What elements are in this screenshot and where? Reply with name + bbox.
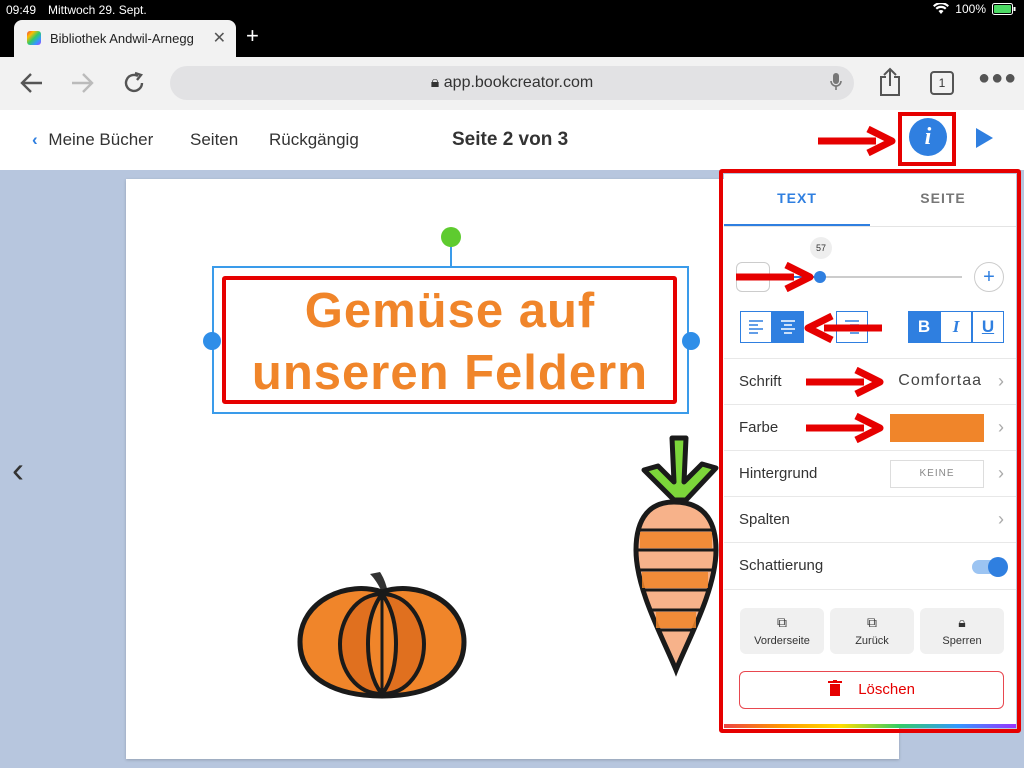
previous-page-chevron-icon[interactable]: ‹ bbox=[12, 449, 24, 491]
play-icon[interactable] bbox=[976, 128, 993, 148]
red-arrow-icon bbox=[736, 262, 814, 292]
red-arrow-icon bbox=[806, 367, 884, 397]
book-title-text[interactable]: Gemüse auf unseren Feldern bbox=[230, 280, 670, 404]
share-icon[interactable] bbox=[878, 67, 902, 97]
lock-icon: 🔒︎ bbox=[430, 74, 440, 91]
pages-button[interactable]: Seiten bbox=[190, 130, 238, 150]
chevron-left-icon: ‹ bbox=[32, 130, 38, 149]
red-arrow-icon bbox=[818, 126, 896, 156]
back-arrow-icon[interactable] bbox=[20, 72, 44, 94]
more-menu-icon[interactable]: ●●● bbox=[978, 67, 1017, 90]
browser-top-bar: 09:49 Mittwoch 29. Sept. 100% Bibliothek… bbox=[0, 0, 1024, 57]
forward-arrow-icon[interactable] bbox=[70, 72, 94, 94]
url-field[interactable]: 🔒︎ app.bookcreator.com bbox=[170, 66, 854, 100]
resize-handle-right[interactable] bbox=[682, 332, 700, 350]
info-highlight-box bbox=[898, 112, 956, 166]
tab-close-icon[interactable]: ✕ bbox=[213, 28, 226, 48]
battery-icon bbox=[992, 3, 1016, 15]
url-text: app.bookcreator.com bbox=[443, 74, 594, 91]
new-tab-icon[interactable]: + bbox=[246, 25, 259, 47]
status-indicators: 100% bbox=[933, 2, 1016, 16]
undo-button[interactable]: Rückgängig bbox=[269, 130, 359, 150]
panel-highlight-box bbox=[719, 169, 1021, 733]
bookcreator-favicon-icon bbox=[27, 31, 41, 45]
status-date: Mittwoch 29. Sept. bbox=[48, 3, 147, 17]
title-line-2: unseren Feldern bbox=[251, 346, 649, 400]
pumpkin-sticker-icon[interactable] bbox=[296, 570, 468, 700]
status-time: 09:49 bbox=[6, 3, 37, 17]
battery-percent: 100% bbox=[955, 2, 986, 16]
title-line-1: Gemüse auf bbox=[304, 284, 596, 338]
wifi-icon bbox=[933, 3, 950, 14]
red-arrow-left-icon bbox=[804, 313, 882, 343]
address-bar: 🔒︎ app.bookcreator.com 1 ●●● bbox=[0, 57, 1024, 111]
page-indicator: Seite 2 von 3 bbox=[452, 129, 569, 150]
microphone-icon[interactable] bbox=[830, 72, 842, 92]
browser-tab[interactable]: Bibliothek Andwil-Arnegg ✕ bbox=[14, 20, 236, 57]
tab-count-button[interactable]: 1 bbox=[930, 71, 954, 95]
url-display: 🔒︎ app.bookcreator.com bbox=[170, 74, 854, 92]
back-to-books-button[interactable]: ‹ Meine Bücher bbox=[32, 130, 153, 150]
tab-title: Bibliothek Andwil-Arnegg bbox=[50, 31, 194, 46]
rotate-handle[interactable] bbox=[441, 227, 461, 247]
carrot-sticker-icon[interactable] bbox=[624, 430, 724, 678]
reload-icon[interactable] bbox=[122, 71, 146, 95]
red-arrow-icon bbox=[806, 413, 884, 443]
rotate-handle-line bbox=[450, 246, 452, 266]
back-to-books-label: Meine Bücher bbox=[48, 130, 154, 149]
resize-handle-left[interactable] bbox=[203, 332, 221, 350]
